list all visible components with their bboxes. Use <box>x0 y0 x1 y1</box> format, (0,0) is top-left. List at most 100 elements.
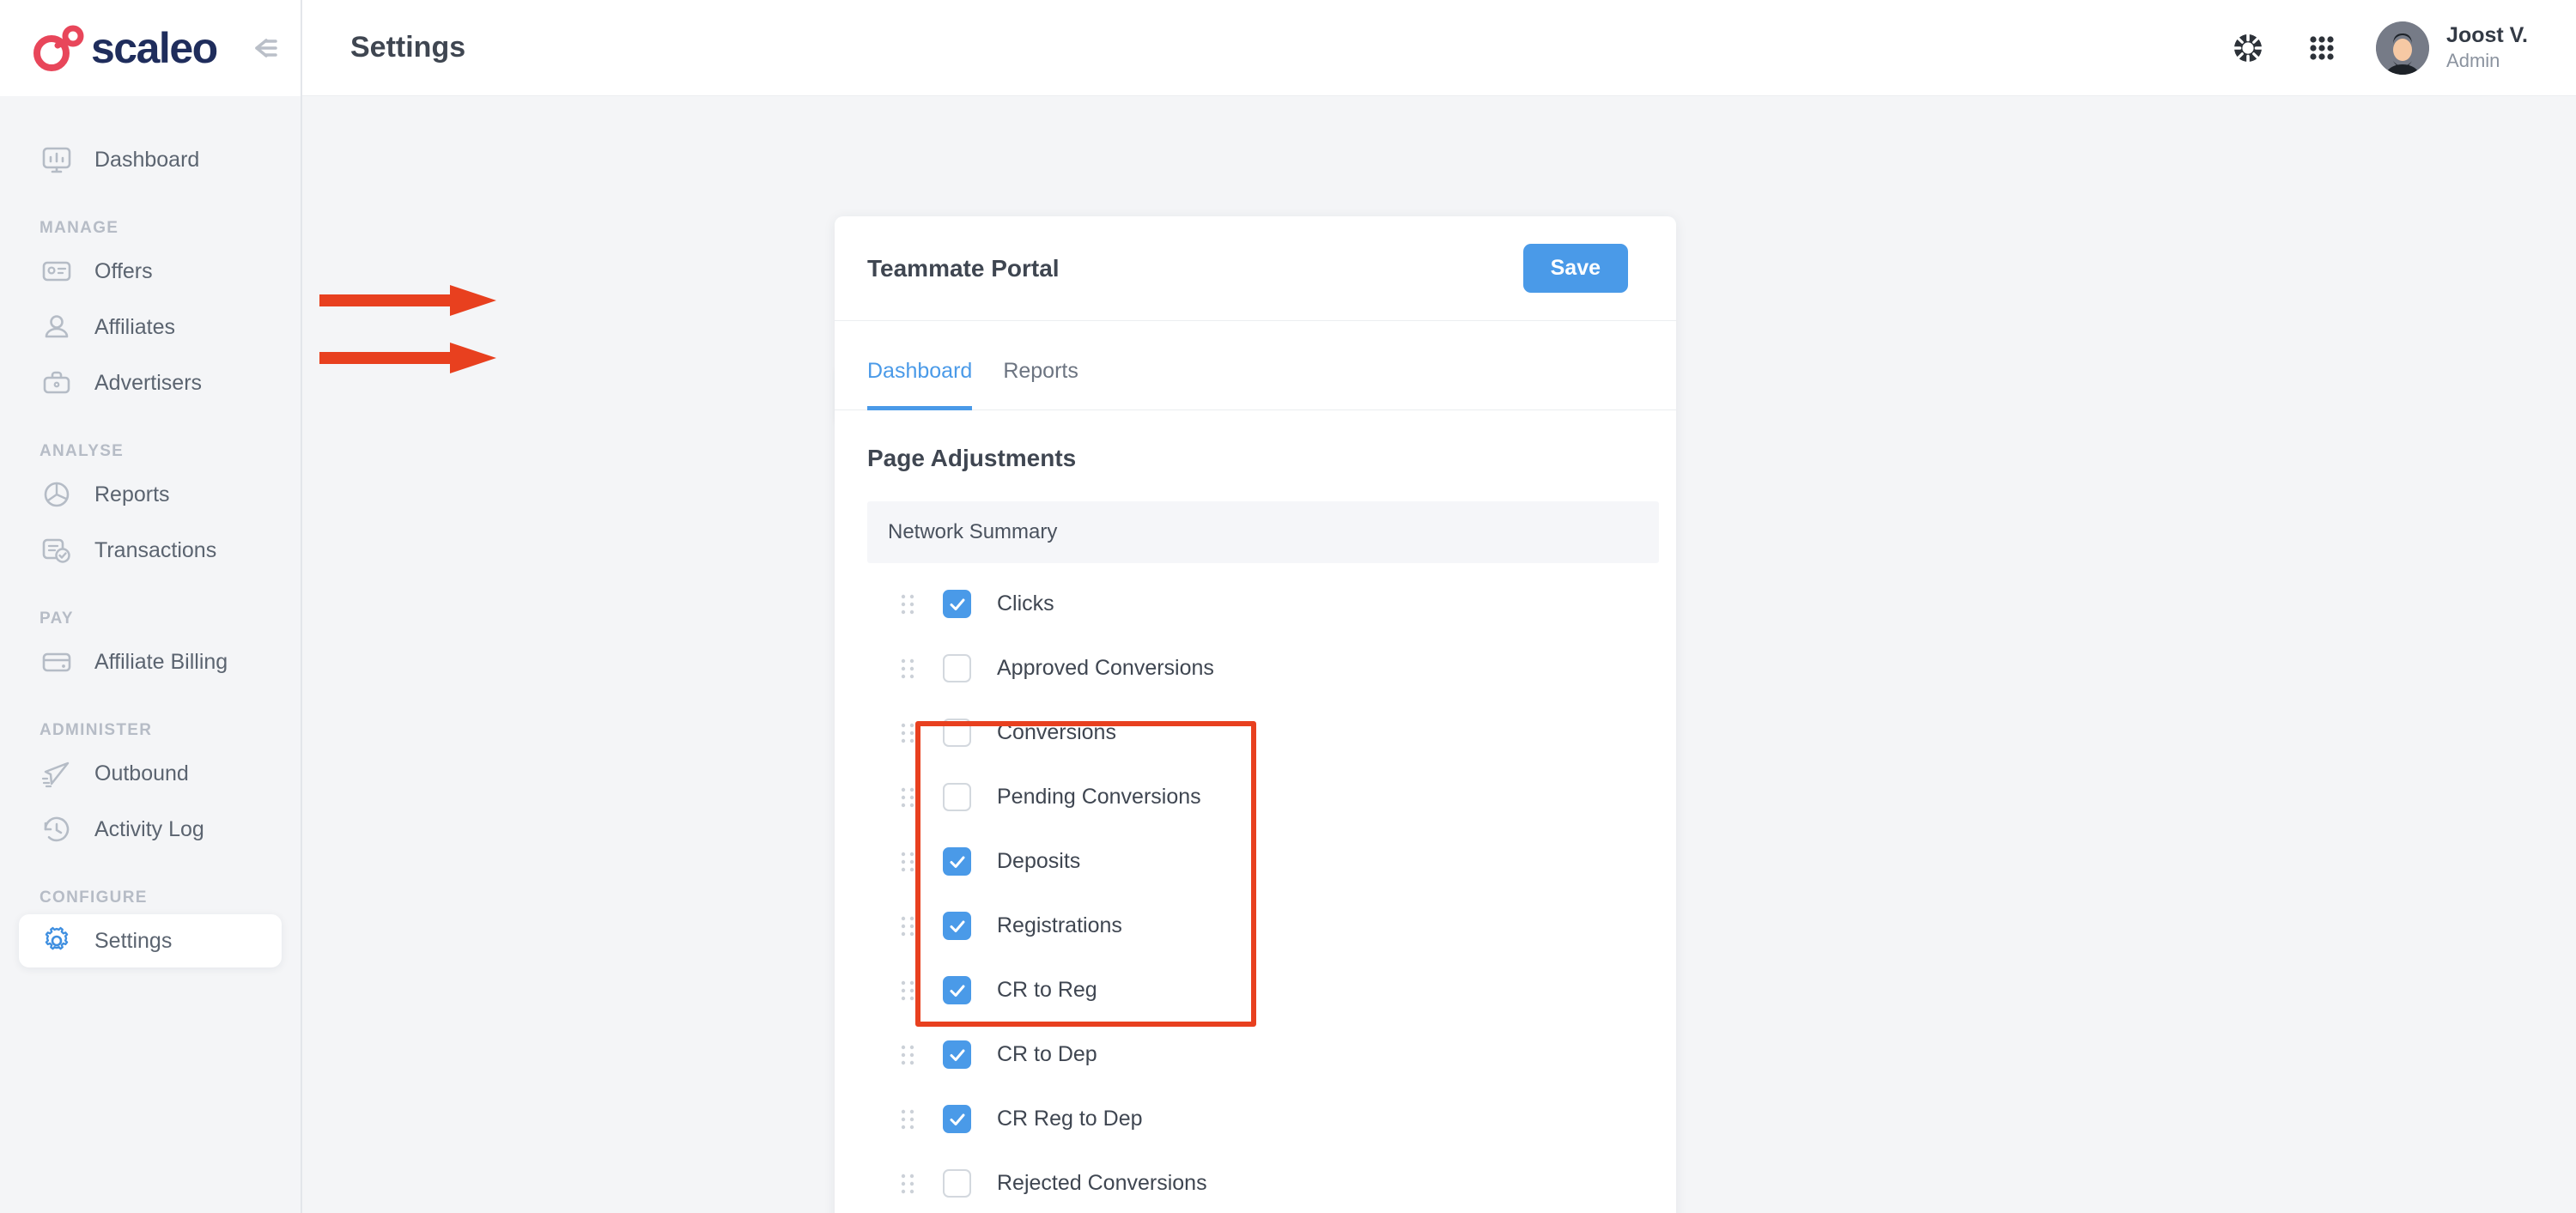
reports-piechart-icon <box>44 482 70 507</box>
settings-nav-item-affiliate-portal[interactable]: Affiliate Portal <box>302 423 917 481</box>
checkbox-conversions[interactable] <box>943 719 971 747</box>
sidebar-item-outbound[interactable]: Outbound <box>19 747 282 800</box>
sidebar-item-settings[interactable]: Settings <box>19 914 282 967</box>
user-info: Joost V. Admin <box>2446 22 2528 73</box>
sidebar-item-label: Outbound <box>94 761 189 785</box>
sidebar-item-offers[interactable]: Offers <box>19 245 282 298</box>
checkbox-pending-conversions[interactable] <box>943 783 971 811</box>
user-menu[interactable]: Joost V. Admin <box>2376 21 2528 75</box>
sidebar-item-label: Settings <box>94 928 173 953</box>
sidebar-section-administer: ADMINISTER <box>39 721 153 739</box>
settings-nav-item-billing[interactable]: Billing <box>302 538 904 596</box>
list-item[interactable]: CR Reg to Dep <box>835 1087 1676 1151</box>
checkbox-registrations[interactable] <box>943 912 971 940</box>
checkbox-cr-reg-to-dep[interactable] <box>943 1105 971 1133</box>
avatar-illustration <box>2376 21 2430 75</box>
drag-handle-icon[interactable] <box>898 1172 917 1196</box>
list-item[interactable]: Rejected Conversions <box>835 1151 1676 1213</box>
card-tabs: Dashboard Reports <box>835 321 1676 410</box>
drag-handle-icon[interactable] <box>898 721 917 745</box>
tab-dashboard[interactable]: Dashboard <box>867 359 973 410</box>
list-item-label: Pending Conversions <box>997 785 1201 809</box>
check-icon <box>950 1113 964 1125</box>
sidebar-item-label: Reports <box>94 482 170 506</box>
checkbox-approved-conversions[interactable] <box>943 654 971 682</box>
app-root: scaleo Dashboard MANAGE Offers Affiliate… <box>0 0 2576 1213</box>
drag-handle-icon[interactable] <box>898 657 917 681</box>
drag-handle-icon[interactable] <box>898 850 917 874</box>
sidebar-section-manage: MANAGE <box>39 219 119 237</box>
list-item[interactable]: Approved Conversions <box>835 636 1676 701</box>
settings-nav-item-messengers[interactable]: Messengers <box>302 1177 963 1213</box>
checkbox-deposits[interactable] <box>943 847 971 876</box>
settings-nav-item-email-templates[interactable]: Email Templates <box>302 1062 945 1119</box>
drag-handle-icon[interactable] <box>898 785 917 810</box>
primary-nav: Dashboard MANAGE Offers Affiliates Adver… <box>0 96 301 967</box>
arrow-to-affiliate-portal <box>319 343 496 373</box>
settings-nav-item-categories-and-tags[interactable]: Categories and Tags <box>302 947 951 1004</box>
list-item[interactable]: CR to Reg <box>835 958 1676 1022</box>
tab-reports[interactable]: Reports <box>1003 359 1078 410</box>
settings-nav-item-traffic-types[interactable]: Traffic Types <box>302 1119 905 1177</box>
list-item[interactable]: Conversions <box>835 701 1676 765</box>
save-button[interactable]: Save <box>1522 244 1628 293</box>
sidebar-section-pay: PAY <box>39 610 74 628</box>
checkbox-rejected-conversions[interactable] <box>943 1169 971 1198</box>
top-bar: Settings Joost V. Admin <box>302 0 2576 96</box>
drag-handle-icon[interactable] <box>898 592 917 616</box>
list-item[interactable]: Pending Conversions <box>835 765 1676 829</box>
sidebar-item-activity-log[interactable]: Activity Log <box>19 803 282 856</box>
lifebuoy-icon[interactable] <box>2228 28 2268 68</box>
sidebar-item-label: Affiliates <box>94 314 176 339</box>
collapse-left-icon[interactable] <box>243 35 279 61</box>
sidebar-item-label: Dashboard <box>94 147 200 172</box>
settings-nav-item-roles-and-permissions[interactable]: Roles and Permissions <box>302 800 963 858</box>
apps-grid-icon[interactable] <box>2302 28 2342 68</box>
check-icon <box>950 1049 964 1061</box>
check-icon <box>950 985 964 997</box>
sidebar-item-label: Advertisers <box>94 370 203 395</box>
settings-nav-item-security[interactable]: Security <box>302 596 924 653</box>
list-item[interactable]: CR to Dep <box>835 1022 1676 1087</box>
list-item-label: Conversions <box>997 720 1116 744</box>
offers-card-icon <box>42 261 71 282</box>
content-area: Teammate Portal Save Dashboard Reports P… <box>835 96 2576 1213</box>
affiliates-person-icon <box>45 315 69 338</box>
list-item-label: CR Reg to Dep <box>997 1107 1143 1131</box>
user-name: Joost V. <box>2446 23 2528 48</box>
card-header: Teammate Portal Save <box>835 216 1676 321</box>
sidebar-item-affiliate-billing[interactable]: Affiliate Billing <box>19 635 282 688</box>
sidebar-item-label: Activity Log <box>94 816 204 841</box>
drag-handle-icon[interactable] <box>898 1043 917 1067</box>
avatar <box>2376 21 2430 75</box>
advertisers-briefcase-icon <box>43 371 70 394</box>
card-title: Teammate Portal <box>867 254 1060 282</box>
settings-nav-item-teammates[interactable]: Teammates <box>302 743 957 800</box>
scaleo-logo[interactable]: scaleo <box>31 25 218 71</box>
list-item[interactable]: Registrations <box>835 894 1676 958</box>
checkbox-clicks[interactable] <box>943 590 971 618</box>
settings-nav-item-sign-up-page[interactable]: Sign Up Page <box>302 472 896 546</box>
checkbox-cr-to-reg[interactable] <box>943 976 971 1004</box>
drag-handle-icon[interactable] <box>898 1107 917 1131</box>
sidebar-item-advertisers[interactable]: Advertisers <box>19 356 282 409</box>
list-item[interactable]: Clicks <box>835 572 1676 636</box>
metric-options-list: Clicks Approved Conversions Conversions <box>835 563 1676 1213</box>
settings-body: COMPANY General Branding Teammate Portal… <box>302 96 2576 1213</box>
sidebar-item-reports[interactable]: Reports <box>19 468 282 521</box>
settings-nav: COMPANY General Branding Teammate Portal… <box>302 96 963 1213</box>
credit-card-icon <box>42 652 71 672</box>
sidebar-item-dashboard[interactable]: Dashboard <box>19 133 282 186</box>
sidebar-item-affiliates[interactable]: Affiliates <box>19 300 282 354</box>
section-title-page-adjustments: Page Adjustments <box>867 445 1077 471</box>
sidebar-item-transactions[interactable]: Transactions <box>19 524 282 577</box>
settings-nav-section-content: CONTENT <box>302 913 933 931</box>
settings-nav-section-team: TEAM <box>302 708 896 727</box>
drag-handle-icon[interactable] <box>898 914 917 938</box>
checkbox-cr-to-dep[interactable] <box>943 1040 971 1069</box>
sidebar-item-label: Affiliate Billing <box>94 649 228 674</box>
settings-nav-item-banners[interactable]: Banners <box>302 1004 927 1062</box>
dashboard-monitor-icon <box>42 147 71 173</box>
drag-handle-icon[interactable] <box>898 979 917 1003</box>
list-item[interactable]: Deposits <box>835 829 1676 894</box>
